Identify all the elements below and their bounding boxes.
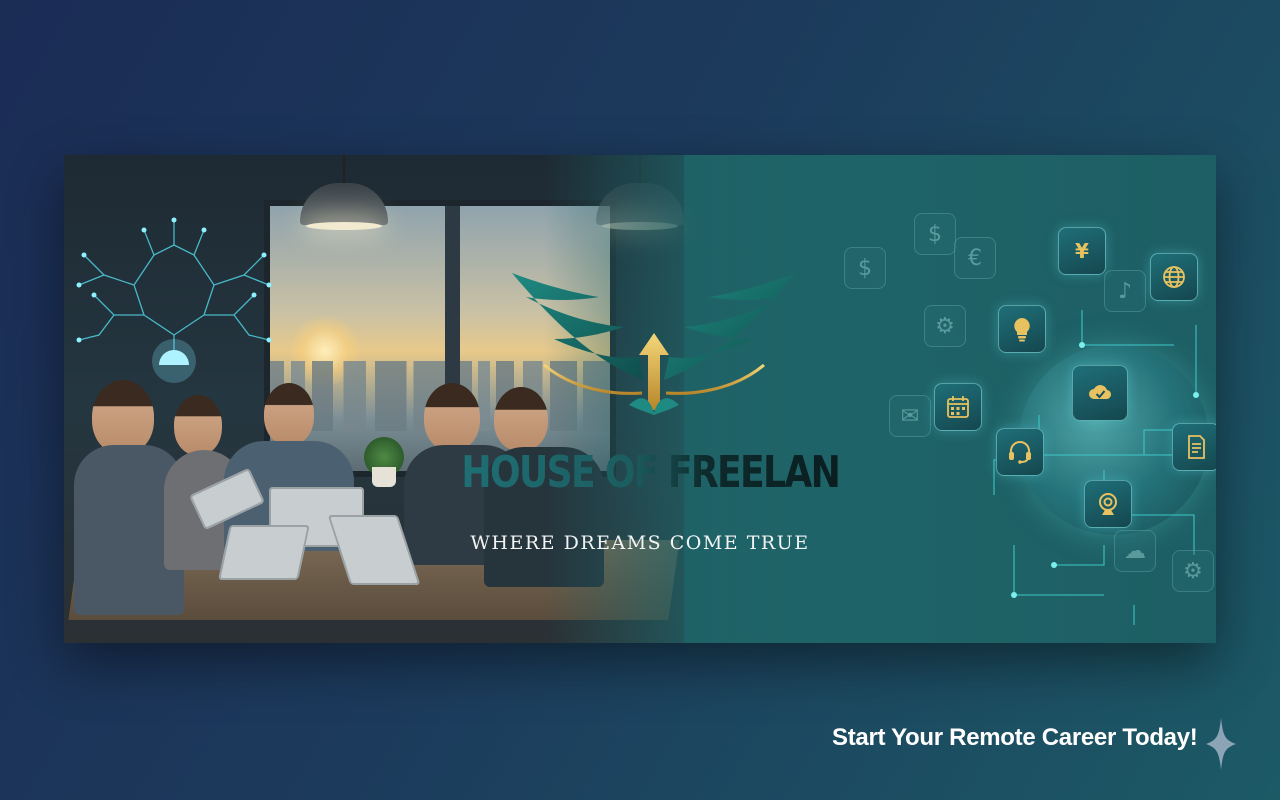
laptop [218, 525, 310, 580]
hero-banner: $ € $ ⚙ ♪ ✉ ☁ ⚙ ¥ HOUSE OF FREELANCERS W… [64, 155, 1216, 643]
gear-icon: ⚙ [924, 305, 966, 347]
mail-icon: ✉ [889, 395, 931, 437]
circuit-brain-icon [76, 217, 272, 383]
dollar-icon: $ [844, 247, 886, 289]
yen-icon: ¥ [1058, 227, 1106, 275]
headset-icon [996, 428, 1044, 476]
dollar-icon: $ [914, 213, 956, 255]
ceiling-lamp [300, 183, 388, 230]
cloud-check-icon [1072, 365, 1128, 421]
brand-title: HOUSE OF FREELANCERS [461, 447, 939, 498]
winged-arrow-icon [512, 273, 796, 415]
cta-text: Start Your Remote Career Today! [832, 724, 1198, 751]
lightbulb-icon [998, 305, 1046, 353]
svg-text:¥: ¥ [1075, 239, 1089, 263]
cloud-icon: ☁ [1114, 530, 1156, 572]
tagline: WHERE DREAMS COME TRUE [470, 532, 810, 554]
gear-icon: ⚙ [1172, 550, 1214, 592]
document-icon [1172, 423, 1216, 471]
music-icon: ♪ [1104, 270, 1146, 312]
sparkle-icon [1206, 718, 1236, 770]
calendar-icon [934, 383, 982, 431]
webcam-icon [1084, 480, 1132, 528]
globe-icon [1150, 253, 1198, 301]
euro-icon: € [954, 237, 996, 279]
